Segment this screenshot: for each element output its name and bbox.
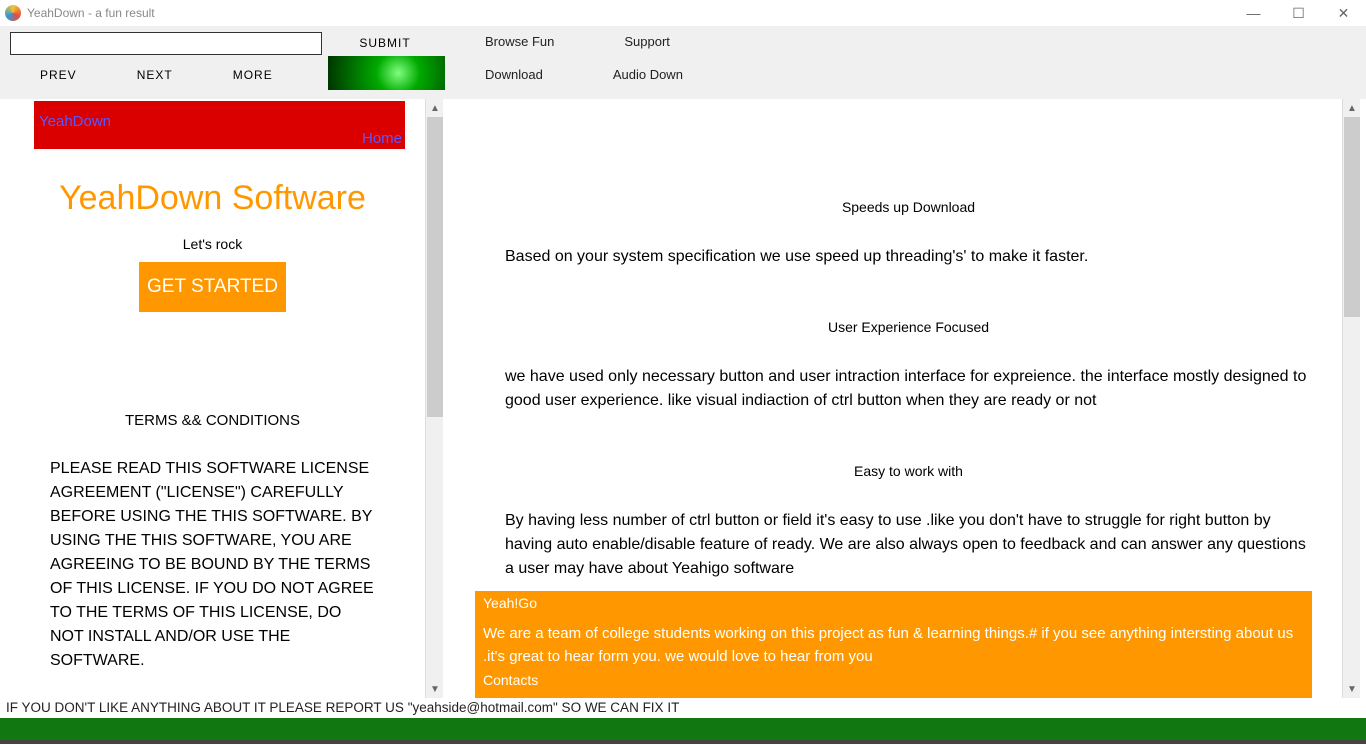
right-toolbar: Browse Fun Support Download Audio Down [445,26,1366,99]
menu-download[interactable]: Download [485,67,543,82]
brand-link[interactable]: YeahDown [39,113,111,130]
right-scrollbar[interactable]: ▲ ▼ [1342,99,1360,698]
feature-ux: User Experience Focused we have used onl… [505,319,1312,413]
menu-browse-fun[interactable]: Browse Fun [485,34,554,49]
scroll-up-icon[interactable]: ▲ [426,99,444,117]
maximize-icon[interactable]: ☐ [1276,0,1321,26]
search-row: SUBMIT [0,26,445,55]
terms-body: PLEASE READ THIS SOFTWARE LICENSE AGREEM… [50,457,375,673]
scroll-thumb[interactable] [427,117,443,417]
toolbar: SUBMIT PREV NEXT MORE Browse Fun Support… [0,26,1366,99]
feature-title: Easy to work with [505,463,1312,479]
scroll-up-icon[interactable]: ▲ [1343,99,1361,117]
feature-speeds: Speeds up Download Based on your system … [505,199,1312,269]
feature-body: Based on your system specification we us… [505,245,1312,269]
about-title: Yeah!Go [483,595,1304,611]
minimize-icon[interactable]: — [1231,0,1276,26]
main-area: YeahDown Home YeahDown Software Let's ro… [0,99,1366,698]
about-footer: Yeah!Go We are a team of college student… [475,591,1312,698]
left-scrollbar[interactable]: ▲ ▼ [425,99,443,698]
home-link[interactable]: Home [362,130,402,147]
scroll-thumb[interactable] [1344,117,1360,317]
right-panel: Speeds up Download Based on your system … [445,99,1366,698]
get-started-button[interactable]: GET STARTED [139,262,286,312]
feature-body: By having less number of ctrl button or … [505,509,1312,581]
feature-body: we have used only necessary button and u… [505,365,1312,413]
nav-row: PREV NEXT MORE [0,55,445,95]
terms-title: TERMS && CONDITIONS [50,412,375,429]
hero-title: YeahDown Software [10,179,415,218]
left-toolbar: SUBMIT PREV NEXT MORE [0,26,445,99]
left-panel: YeahDown Home YeahDown Software Let's ro… [0,99,445,698]
footer-message: IF YOU DON'T LIKE ANYTHING ABOUT IT PLEA… [0,698,1366,718]
next-button[interactable]: NEXT [107,68,203,82]
menu-audio-down[interactable]: Audio Down [613,67,683,82]
contacts-label: Contacts [483,672,1304,688]
hero-section: YeahDown Software Let's rock GET STARTED [10,149,415,332]
window-title: YeahDown - a fun result [27,6,155,20]
green-graphic [328,56,445,90]
menu-row-2: Download Audio Down [485,67,1366,82]
close-icon[interactable]: ✕ [1321,0,1366,26]
search-input[interactable] [10,32,322,55]
submit-button[interactable]: SUBMIT [330,31,440,55]
menu-support[interactable]: Support [624,34,670,49]
footer-text-post: " SO WE CAN FIX IT [553,700,679,715]
right-content: Speeds up Download Based on your system … [445,99,1342,698]
titlebar: YeahDown - a fun result — ☐ ✕ [0,0,1366,26]
scroll-down-icon[interactable]: ▼ [426,680,444,698]
feature-title: Speeds up Download [505,199,1312,215]
left-content: YeahDown Home YeahDown Software Let's ro… [0,99,425,698]
red-header: YeahDown Home [34,101,405,149]
footer-text-pre: IF YOU DON'T LIKE ANYTHING ABOUT IT PLEA… [6,700,412,715]
terms-section: TERMS && CONDITIONS PLEASE READ THIS SOF… [10,332,415,673]
feature-easy: Easy to work with By having less number … [505,463,1312,581]
feature-title: User Experience Focused [505,319,1312,335]
scroll-down-icon[interactable]: ▼ [1343,680,1361,698]
hero-subtitle: Let's rock [10,236,415,252]
more-button[interactable]: MORE [203,68,303,82]
footer-email: yeahside@hotmail.com [412,700,553,715]
about-desc: We are a team of college students workin… [483,623,1304,668]
green-bar [0,718,1366,740]
bottom-strip [0,740,1366,744]
app-icon [5,5,21,21]
menu-row-1: Browse Fun Support [485,34,1366,49]
prev-button[interactable]: PREV [10,68,107,82]
window-controls: — ☐ ✕ [1231,0,1366,26]
